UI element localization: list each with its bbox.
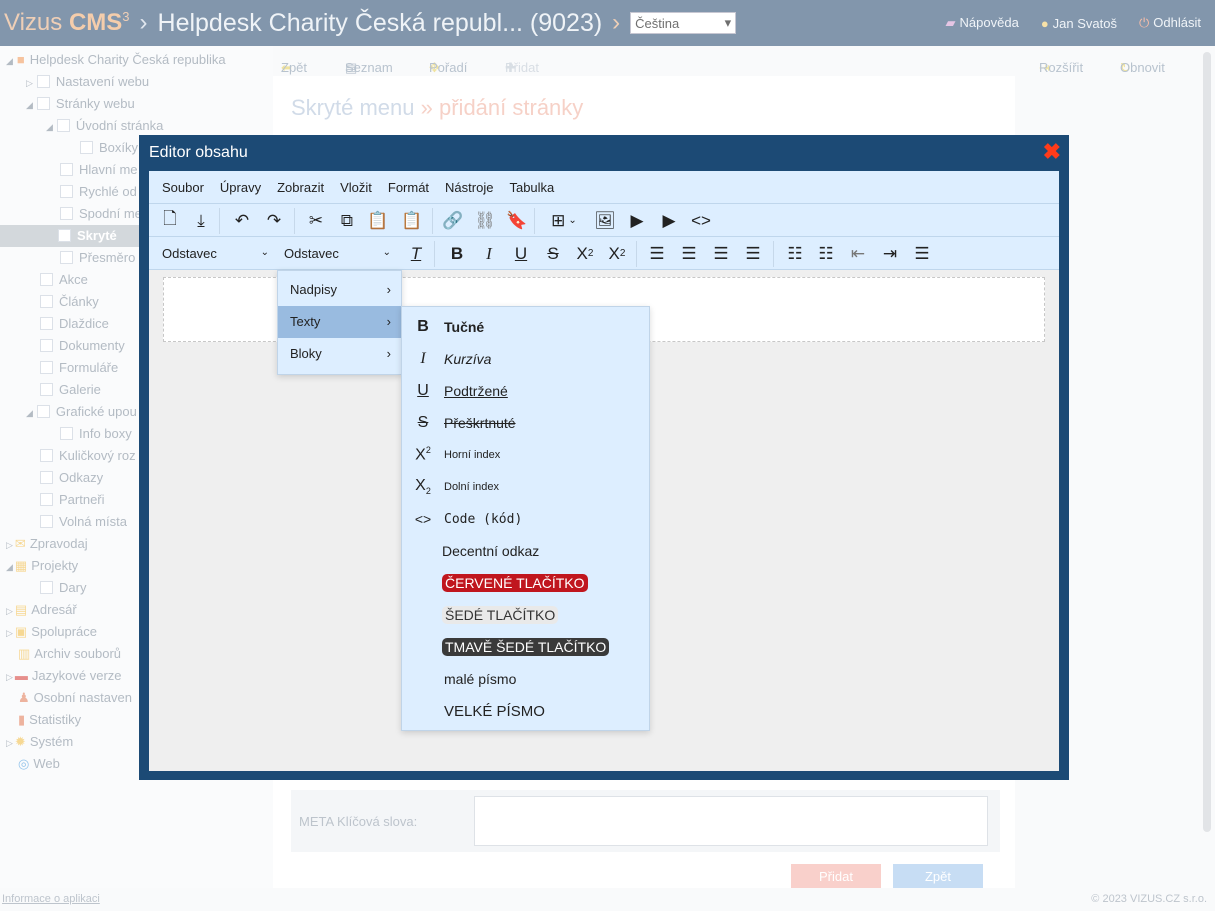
submenu-item-subtle-link[interactable]: Decentní odkaz [402,535,649,567]
align-left-icon[interactable]: ☰ [644,241,670,266]
menu-view[interactable]: Zobrazit [277,180,324,195]
list-style-icon[interactable]: ☰ [909,241,935,266]
underline-icon: U [417,382,429,399]
chevron-down-icon: ⌄ [568,215,577,226]
submenu-item-red-button[interactable]: ČERVENÉ TLAČÍTKO [402,567,649,599]
bold-icon: B [417,318,429,335]
strikethrough-icon: S [417,414,429,431]
close-icon[interactable]: ✖ [1043,139,1061,165]
submenu-item-superscript[interactable]: X2 Horní index [402,439,649,471]
cut-icon[interactable]: ✂ [303,208,329,233]
menu-edit[interactable]: Úpravy [220,180,261,195]
submenu-item-code[interactable]: <> Code (kód) [402,503,649,535]
submenu-item-dark-grey-button[interactable]: TMAVĚ ŠEDÉ TLAČÍTKO [402,631,649,663]
superscript-icon[interactable]: X2 [604,241,630,266]
chevron-down-icon: ⌄ [382,247,391,258]
video-icon[interactable]: ▶ [656,208,682,233]
toolbar-divider [534,208,535,234]
formats-dropdown-menu: Nadpisy › Texty › Bloky › [277,270,402,375]
toolbar-divider [219,208,220,234]
copy-icon[interactable]: ⧉ [334,208,360,233]
toolbar-divider [773,241,774,267]
menu-table[interactable]: Tabulka [509,180,554,195]
outdent-icon[interactable]: ⇤ [845,241,871,266]
align-center-icon[interactable]: ☰ [676,241,702,266]
submenu-item-underline[interactable]: U Podtržené [402,375,649,407]
image-icon[interactable]: 🖼 [592,208,618,233]
submenu-item-subscript[interactable]: X2 Dolní index [402,471,649,503]
submenu-item-grey-button[interactable]: ŠEDÉ TLAČÍTKO [402,599,649,631]
toolbar-divider [434,241,435,267]
submenu-item-bold[interactable]: B Tučné [402,311,649,343]
dialog-title: Editor obsahu [149,144,248,161]
chevron-right-icon: › [386,314,391,329]
submenu-item-strikethrough[interactable]: S Přeškrtnuté [402,407,649,439]
texts-submenu: B Tučné I Kurzíva U Podtržené S Přeškrtnuté … [401,306,650,731]
media-icon[interactable]: ▶ [624,208,650,233]
chevron-right-icon: › [386,282,391,297]
download-icon[interactable]: ⤓ [188,208,214,233]
subscript-icon: X2 [415,477,431,497]
numbered-list-icon[interactable]: ☷ [813,241,839,266]
unlink-icon[interactable]: ⛓ [472,208,498,233]
bold-icon[interactable]: B [444,241,470,266]
editor-toolbar-2: Odstavec ⌄ Odstavec ⌄ T B I U S X2 X2 ☰ ☰ … [149,237,1059,270]
redo-icon[interactable]: ↷ [261,208,287,233]
menu-tools[interactable]: Nástroje [445,180,493,195]
italic-icon[interactable]: I [476,241,502,266]
new-document-icon[interactable]: 🗋 [157,208,183,233]
clear-formatting-icon[interactable]: T [403,241,429,266]
bookmark-icon[interactable]: 🔖 [504,208,530,233]
toolbar-divider [636,241,637,267]
paste-text-icon[interactable]: 📋 [399,208,425,233]
italic-icon: I [420,350,426,367]
subscript-icon[interactable]: X2 [572,241,598,266]
editor-toolbar-1: 🗋 ⤓ ↶ ↷ ✂ ⧉ 📋 📋 🔗 ⛓ 🔖 ⊞ ⌄ 🖼 ▶ ▶ <> [149,204,1059,237]
link-icon[interactable]: 🔗 [440,208,466,233]
underline-icon[interactable]: U [508,241,534,266]
code-icon: <> [414,511,432,527]
toolbar-divider [294,208,295,234]
code-icon[interactable]: <> [688,208,714,233]
table-icon[interactable]: ⊞ ⌄ [543,208,585,233]
submenu-item-small-text[interactable]: malé písmo [402,663,649,695]
undo-icon[interactable]: ↶ [229,208,255,233]
menu-item-texts[interactable]: Texty › [278,306,401,338]
superscript-icon: X2 [415,445,431,464]
menu-format[interactable]: Formát [388,180,429,195]
chevron-down-icon: ⌄ [260,247,269,258]
align-right-icon[interactable]: ☰ [708,241,734,266]
menu-item-blocks[interactable]: Bloky › [278,338,401,370]
submenu-item-large-text[interactable]: VELKÉ PÍSMO [402,695,649,727]
chevron-right-icon: › [386,346,391,361]
editor-menubar: Soubor Úpravy Zobrazit Vložit Formát Nás… [149,171,1059,204]
submenu-item-italic[interactable]: I Kurzíva [402,343,649,375]
block-format-select[interactable]: Odstavec ⌄ [155,241,273,266]
bullet-list-icon[interactable]: ☷ [782,241,808,266]
paste-icon[interactable]: 📋 [365,208,391,233]
menu-file[interactable]: Soubor [162,180,204,195]
indent-icon[interactable]: ⇥ [877,241,903,266]
strikethrough-icon[interactable]: S [540,241,566,266]
menu-item-headings[interactable]: Nadpisy › [278,274,401,306]
formats-select[interactable]: Odstavec ⌄ [277,241,395,266]
toolbar-divider [432,208,433,234]
menu-insert[interactable]: Vložit [340,180,372,195]
align-justify-icon[interactable]: ☰ [740,241,766,266]
